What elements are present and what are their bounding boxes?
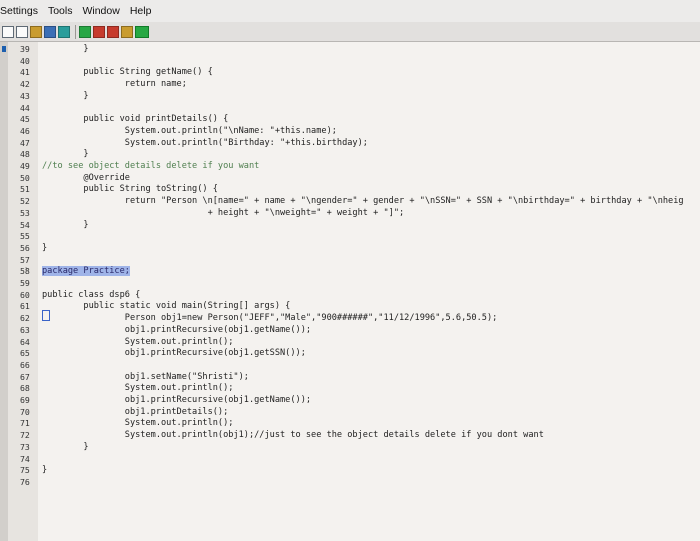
- menu-bar: Settings Tools Window Help: [0, 0, 700, 22]
- menu-tools[interactable]: Tools: [48, 5, 73, 17]
- code-line: System.out.println(obj1);//just to see t…: [42, 430, 544, 440]
- code-line: Person obj1=new Person("JEFF","Male","90…: [42, 313, 498, 323]
- code-line: }: [42, 44, 89, 54]
- code-line: System.out.println("\nName: "+this.name)…: [42, 126, 337, 136]
- bug-icon[interactable]: [93, 25, 105, 38]
- menu-window[interactable]: Window: [82, 5, 119, 17]
- code-line: public String toString() {: [42, 184, 218, 194]
- code-line: System.out.println();: [42, 383, 234, 393]
- code-line: }: [42, 442, 89, 452]
- code-line: public void printDetails() {: [42, 114, 229, 124]
- code-line: }: [42, 220, 89, 230]
- debug-icon[interactable]: [58, 25, 70, 38]
- code-line: System.out.println();: [42, 418, 234, 428]
- code-line: }: [42, 91, 89, 101]
- code-line: }: [42, 243, 48, 253]
- build-icon[interactable]: [107, 25, 119, 38]
- code-line: public class dsp6 {: [42, 290, 141, 300]
- code-line: @Override: [42, 173, 130, 183]
- add-icon[interactable]: [79, 25, 91, 38]
- code-line: return name;: [42, 79, 187, 89]
- code-line: public static void main(String[] args) {: [42, 301, 291, 311]
- menu-help[interactable]: Help: [130, 5, 152, 17]
- open-file-icon[interactable]: [16, 25, 28, 38]
- code-line: return "Person \n[name=" + name + "\ngen…: [42, 196, 684, 206]
- code-line: }: [42, 149, 89, 159]
- code-line: obj1.setName("Shristi");: [42, 372, 249, 382]
- toolbar: [0, 22, 700, 42]
- code-line: }: [42, 465, 48, 475]
- code-line: obj1.printRecursive(obj1.getName());: [42, 395, 312, 405]
- code-line: System.out.println("Birthday: "+this.bir…: [42, 138, 368, 148]
- chart-icon[interactable]: [44, 25, 56, 38]
- left-strip: [0, 42, 8, 541]
- code-line: //to see object details delete if you wa…: [42, 161, 260, 171]
- text-cursor: [42, 310, 50, 321]
- fold-icon[interactable]: ›: [24, 264, 29, 273]
- code-line: obj1.printDetails();: [42, 407, 229, 417]
- search-icon[interactable]: [121, 25, 133, 38]
- code-line: public String getName() {: [42, 67, 213, 77]
- toolbar-separator: [75, 24, 76, 39]
- bookmark-icon: [2, 46, 6, 52]
- new-file-icon[interactable]: [2, 25, 14, 38]
- code-line: obj1.printRecursive(obj1.getName());: [42, 325, 312, 335]
- run-icon[interactable]: [30, 25, 42, 38]
- code-line: package Practice;: [42, 266, 130, 276]
- code-line: System.out.println();: [42, 337, 234, 347]
- code-line: obj1.printRecursive(obj1.getSSN());: [42, 348, 306, 358]
- run-green-icon[interactable]: [135, 25, 149, 38]
- code-line: + height + "\nweight=" + weight + "]";: [42, 208, 405, 218]
- menu-settings[interactable]: Settings: [0, 5, 38, 17]
